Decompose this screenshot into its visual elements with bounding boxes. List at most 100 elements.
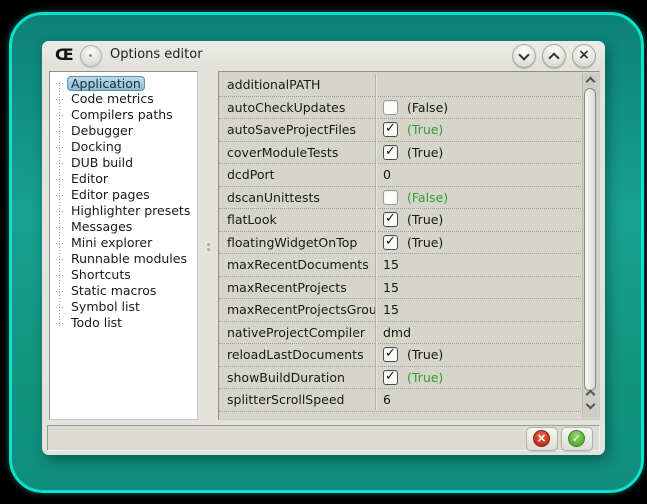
property-name: autoSaveProjectFiles — [219, 122, 375, 137]
property-value[interactable]: 15 — [383, 280, 399, 295]
sidebar-item-application[interactable]: Application — [50, 75, 197, 91]
sidebar-item-label: Static macros — [68, 283, 159, 299]
checkbox-checked[interactable]: ✓ — [383, 212, 398, 227]
checkbox-checked[interactable]: ✓ — [383, 145, 398, 160]
tree-branch-icon — [56, 195, 64, 196]
sidebar-item-label: Highlighter presets — [68, 203, 193, 219]
property-value: (True) — [407, 370, 443, 385]
sidebar-item-dub-build[interactable]: DUB build — [50, 155, 197, 171]
property-value: (False) — [407, 190, 448, 205]
checkbox-checked[interactable]: ✓ — [383, 370, 398, 385]
property-row-maxRecentProjects[interactable]: maxRecentProjects15 — [219, 277, 583, 300]
tree-branch-icon — [56, 163, 64, 164]
sidebar-item-docking[interactable]: Docking — [50, 139, 197, 155]
sidebar-item-mini-explorer[interactable]: Mini explorer — [50, 235, 197, 251]
property-row-autoCheckUpdates[interactable]: autoCheckUpdates(False) — [219, 97, 583, 120]
sidebar-item-symbol-list[interactable]: Symbol list — [50, 299, 197, 315]
vertical-scrollbar[interactable] — [582, 73, 598, 418]
property-value-cell: 15 — [375, 302, 583, 317]
property-value[interactable]: dmd — [383, 325, 411, 340]
property-name: coverModuleTests — [219, 145, 375, 160]
sidebar-item-label: Mini explorer — [68, 235, 155, 251]
tree-branch-icon — [56, 291, 64, 292]
property-name: flatLook — [219, 212, 375, 227]
property-row-reloadLastDocuments[interactable]: reloadLastDocuments✓(True) — [219, 344, 583, 367]
property-value-cell: (False) — [375, 100, 583, 115]
maximize-button[interactable] — [542, 44, 566, 68]
checkbox-checked[interactable]: ✓ — [383, 347, 398, 362]
checkbox-checked[interactable]: ✓ — [383, 122, 398, 137]
sidebar-item-label: DUB build — [68, 155, 136, 171]
property-row-maxRecentDocuments[interactable]: maxRecentDocuments 15 — [219, 254, 583, 277]
tree-branch-icon — [56, 83, 64, 84]
sidebar-item-label: Debugger — [68, 123, 136, 139]
property-row-nativeProjectCompiler[interactable]: nativeProjectCompilerdmd — [219, 322, 583, 345]
close-icon: × — [573, 45, 595, 67]
property-value: (True) — [407, 122, 443, 137]
property-value: (False) — [407, 100, 448, 115]
titlebar[interactable]: Œ Options editor × — [42, 41, 605, 69]
property-name: splitterScrollSpeed — [219, 392, 375, 407]
scroll-up-icon[interactable] — [586, 77, 596, 87]
column-divider[interactable] — [375, 74, 376, 410]
scroll-up-icon[interactable] — [586, 390, 596, 400]
accept-button[interactable]: ✓ — [561, 427, 593, 451]
sidebar-item-label: Symbol list — [68, 299, 143, 315]
minimize-button[interactable] — [512, 44, 536, 68]
sidebar-item-editor[interactable]: Editor — [50, 171, 197, 187]
scroll-down-icon[interactable] — [586, 400, 596, 410]
options-editor-window: Œ Options editor × ApplicationCode metri… — [42, 41, 605, 455]
sidebar-item-label: Shortcuts — [68, 267, 134, 283]
tree-branch-icon — [56, 99, 64, 100]
property-value[interactable]: 6 — [383, 392, 391, 407]
tree-branch-icon — [56, 243, 64, 244]
property-row-coverModuleTests[interactable]: coverModuleTests ✓ (True) — [219, 142, 583, 165]
sidebar-item-static-macros[interactable]: Static macros — [50, 283, 197, 299]
property-value-cell: ✓(True) — [375, 235, 583, 250]
property-row-splitterScrollSpeed[interactable]: splitterScrollSpeed 6 — [219, 389, 583, 412]
property-value-cell: ✓(True) — [375, 347, 583, 362]
sidebar-item-shortcuts[interactable]: Shortcuts — [50, 267, 197, 283]
checkbox-checked[interactable]: ✓ — [383, 235, 398, 250]
property-row-flatLook[interactable]: flatLook✓(True) — [219, 209, 583, 232]
property-row-dcdPort[interactable]: dcdPort0 — [219, 164, 583, 187]
property-grid: additionalPATHautoCheckUpdates(False) aut… — [218, 71, 600, 420]
tree-branch-icon — [56, 179, 64, 180]
property-row-autoSaveProjectFiles[interactable]: autoSaveProjectFiles ✓ (True) — [219, 119, 583, 142]
sidebar-item-runnable-modules[interactable]: Runnable modules — [50, 251, 197, 267]
scrollbar-thumb[interactable] — [584, 88, 596, 391]
property-value[interactable]: 15 — [383, 302, 399, 317]
property-value-cell: 6 — [375, 392, 583, 407]
sidebar-item-compilers-paths[interactable]: Compilers paths — [50, 107, 197, 123]
property-row-additionalPATH[interactable]: additionalPATH — [219, 74, 583, 97]
sidebar-item-todo-list[interactable]: Todo list — [50, 315, 197, 331]
checkbox-unchecked[interactable] — [383, 190, 398, 205]
property-value[interactable]: 15 — [383, 257, 399, 272]
checkbox-unchecked[interactable] — [383, 100, 398, 115]
close-button[interactable]: × — [572, 44, 596, 68]
property-value-cell: 15 — [375, 280, 583, 295]
property-value-cell: ✓ (True) — [375, 122, 583, 137]
accept-icon: ✓ — [568, 430, 585, 447]
property-name: maxRecentDocuments — [219, 257, 375, 272]
property-value-cell: (False) — [375, 190, 583, 205]
property-value[interactable]: 0 — [383, 167, 391, 182]
sidebar-item-messages[interactable]: Messages — [50, 219, 197, 235]
property-row-dscanUnittests[interactable]: dscanUnittests(False) — [219, 187, 583, 210]
sidebar-item-editor-pages[interactable]: Editor pages — [50, 187, 197, 203]
property-value-cell: 15 — [375, 257, 583, 272]
window-menu-button[interactable] — [80, 45, 102, 67]
sidebar-item-label: Compilers paths — [68, 107, 176, 123]
property-row-floatingWidgetOnTop[interactable]: floatingWidgetOnTop✓(True) — [219, 232, 583, 255]
property-row-maxRecentProjectsGrou[interactable]: maxRecentProjectsGrou15 — [219, 299, 583, 322]
sidebar-item-highlighter-presets[interactable]: Highlighter presets — [50, 203, 197, 219]
window-title: Options editor — [110, 41, 203, 69]
sidebar-item-debugger[interactable]: Debugger — [50, 123, 197, 139]
categories-tree: ApplicationCode metricsCompilers pathsDe… — [49, 71, 198, 420]
tree-branch-icon — [56, 115, 64, 116]
property-value: (True) — [407, 145, 443, 160]
panel-splitter[interactable] — [198, 71, 218, 420]
property-row-showBuildDuration[interactable]: showBuildDuration✓(True) — [219, 367, 583, 390]
cancel-button[interactable]: × — [526, 427, 558, 451]
sidebar-item-code-metrics[interactable]: Code metrics — [50, 91, 197, 107]
